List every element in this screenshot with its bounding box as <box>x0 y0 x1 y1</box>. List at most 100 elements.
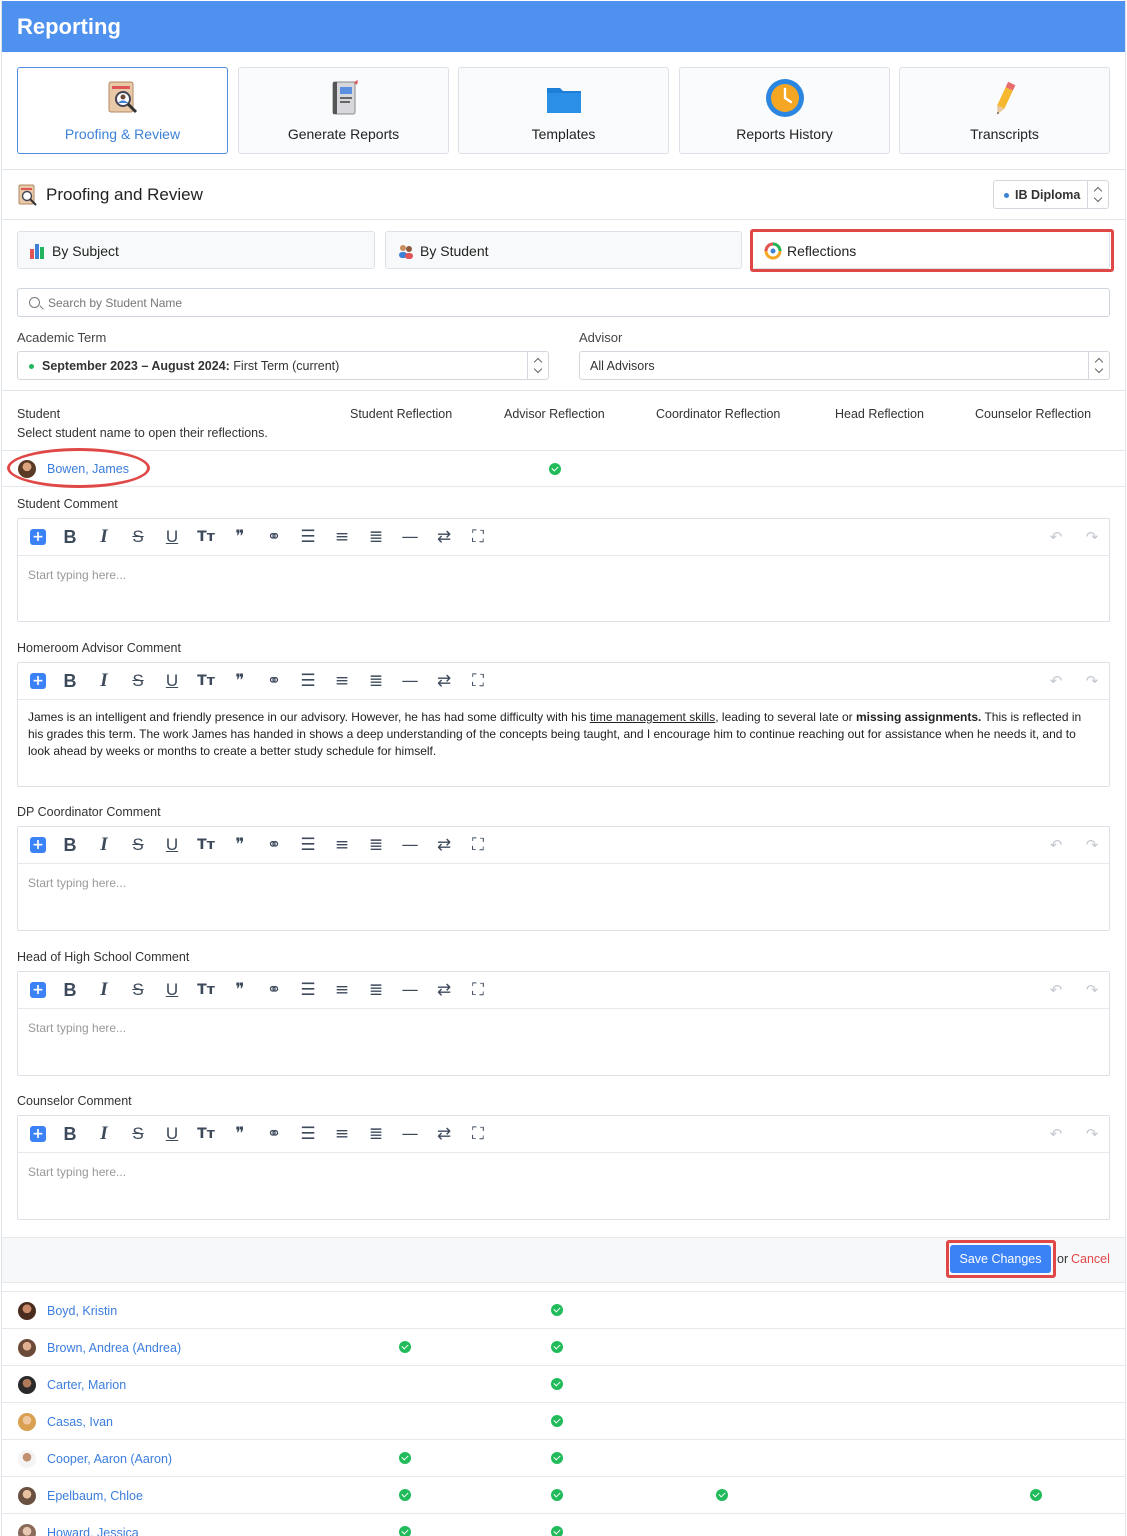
bold-icon[interactable]: B <box>60 671 80 691</box>
student-name-link[interactable]: Carter, Marion <box>47 1378 126 1392</box>
cancel-link[interactable]: Cancel <box>1071 1252 1110 1266</box>
bullet-list-icon[interactable]: ☰ <box>298 671 318 691</box>
bold-icon[interactable]: B <box>60 980 80 1000</box>
font-size-icon[interactable]: Tт <box>196 527 216 547</box>
student-name-link[interactable]: Howard, Jessica <box>47 1526 139 1536</box>
bullet-list-icon[interactable]: ☰ <box>298 835 318 855</box>
underline-icon[interactable]: U <box>162 1124 182 1144</box>
fullscreen-icon[interactable]: ⛶ <box>468 671 488 691</box>
numbered-list-icon[interactable]: ≡ <box>332 671 352 691</box>
student-name-link[interactable]: Boyd, Kristin <box>47 1304 117 1318</box>
tile-templates[interactable]: Templates <box>458 67 669 154</box>
bold-icon[interactable]: B <box>60 527 80 547</box>
fullscreen-icon[interactable]: ⛶ <box>468 527 488 547</box>
redo-icon[interactable]: ↷ <box>1082 980 1102 1000</box>
numbered-list-icon[interactable]: ≡ <box>332 980 352 1000</box>
bullet-list-icon[interactable]: ☰ <box>298 1124 318 1144</box>
strikethrough-icon[interactable]: S <box>128 980 148 1000</box>
tile-transcripts[interactable]: Transcripts <box>899 67 1110 154</box>
coordinator-comment-editor[interactable]: + B I S U Tт ❞ ⚭ ☰ ≡ ≣ — ⇄ ⛶ ↶ ↷ Start typing here... <box>17 826 1110 931</box>
tile-proofing-review[interactable]: Proofing & Review <box>17 67 228 154</box>
insert-icon[interactable]: + <box>30 982 46 998</box>
undo-icon[interactable]: ↶ <box>1046 835 1066 855</box>
transform-icon[interactable]: ⇄ <box>434 1124 454 1144</box>
italic-icon[interactable]: I <box>94 980 114 1000</box>
italic-icon[interactable]: I <box>94 835 114 855</box>
undo-icon[interactable]: ↶ <box>1046 980 1066 1000</box>
advisor-select[interactable]: All Advisors <box>579 351 1110 380</box>
program-select[interactable]: IB Diploma <box>993 180 1109 209</box>
bullet-list-icon[interactable]: ☰ <box>298 527 318 547</box>
redo-icon[interactable]: ↷ <box>1082 1124 1102 1144</box>
italic-icon[interactable]: I <box>94 1124 114 1144</box>
undo-icon[interactable]: ↶ <box>1046 527 1066 547</box>
redo-icon[interactable]: ↷ <box>1082 671 1102 691</box>
horizontal-rule-icon[interactable]: — <box>400 527 420 547</box>
redo-icon[interactable]: ↷ <box>1082 527 1102 547</box>
transform-icon[interactable]: ⇄ <box>434 835 454 855</box>
quote-icon[interactable]: ❞ <box>230 835 250 855</box>
fullscreen-icon[interactable]: ⛶ <box>468 1124 488 1144</box>
transform-icon[interactable]: ⇄ <box>434 671 454 691</box>
student-name-link[interactable]: Epelbaum, Chloe <box>47 1489 143 1503</box>
quote-icon[interactable]: ❞ <box>230 1124 250 1144</box>
strikethrough-icon[interactable]: S <box>128 1124 148 1144</box>
numbered-list-icon[interactable]: ≡ <box>332 835 352 855</box>
counselor-comment-editor[interactable]: + B I S U Tт ❞ ⚭ ☰ ≡ ≣ — ⇄ ⛶ ↶ ↷ Start typing here... <box>17 1115 1110 1220</box>
tab-by-student[interactable]: By Student <box>385 231 742 269</box>
quote-icon[interactable]: ❞ <box>230 980 250 1000</box>
insert-icon[interactable]: + <box>30 529 46 545</box>
student-name-link[interactable]: Cooper, Aaron (Aaron) <box>47 1452 172 1466</box>
head-comment-editor[interactable]: + B I S U Tт ❞ ⚭ ☰ ≡ ≣ — ⇄ ⛶ ↶ ↷ Start typing here... <box>17 971 1110 1076</box>
italic-icon[interactable]: I <box>94 527 114 547</box>
undo-icon[interactable]: ↶ <box>1046 1124 1066 1144</box>
italic-icon[interactable]: I <box>94 671 114 691</box>
student-name-link[interactable]: Brown, Andrea (Andrea) <box>47 1341 181 1355</box>
transform-icon[interactable]: ⇄ <box>434 980 454 1000</box>
fullscreen-icon[interactable]: ⛶ <box>468 980 488 1000</box>
student-comment-editor[interactable]: + B I S U Tт ❞ ⚭ ☰ ≡ ≣ — ⇄ ⛶ ↶ ↷ Start typing here... <box>17 518 1110 622</box>
underline-icon[interactable]: U <box>162 980 182 1000</box>
quote-icon[interactable]: ❞ <box>230 671 250 691</box>
fullscreen-icon[interactable]: ⛶ <box>468 835 488 855</box>
link-icon[interactable]: ⚭ <box>264 980 284 1000</box>
tab-by-subject[interactable]: By Subject <box>17 231 375 269</box>
advisor-comment-editor[interactable]: + B I S U Tт ❞ ⚭ ☰ ≡ ≣ — ⇄ ⛶ ↶ ↷ James is an intelligent… <box>17 662 1110 787</box>
align-icon[interactable]: ≣ <box>366 527 386 547</box>
align-icon[interactable]: ≣ <box>366 671 386 691</box>
horizontal-rule-icon[interactable]: — <box>400 1124 420 1144</box>
bold-icon[interactable]: B <box>60 1124 80 1144</box>
insert-icon[interactable]: + <box>30 1126 46 1142</box>
horizontal-rule-icon[interactable]: — <box>400 671 420 691</box>
transform-icon[interactable]: ⇄ <box>434 527 454 547</box>
numbered-list-icon[interactable]: ≡ <box>332 527 352 547</box>
underline-icon[interactable]: U <box>162 671 182 691</box>
align-icon[interactable]: ≣ <box>366 1124 386 1144</box>
font-size-icon[interactable]: Tт <box>196 980 216 1000</box>
link-icon[interactable]: ⚭ <box>264 527 284 547</box>
font-size-icon[interactable]: Tт <box>196 1124 216 1144</box>
horizontal-rule-icon[interactable]: — <box>400 980 420 1000</box>
quote-icon[interactable]: ❞ <box>230 527 250 547</box>
strikethrough-icon[interactable]: S <box>128 671 148 691</box>
link-icon[interactable]: ⚭ <box>264 1124 284 1144</box>
insert-icon[interactable]: + <box>30 837 46 853</box>
link-icon[interactable]: ⚭ <box>264 835 284 855</box>
redo-icon[interactable]: ↷ <box>1082 835 1102 855</box>
strikethrough-icon[interactable]: S <box>128 527 148 547</box>
advisor-comment-text[interactable]: James is an intelligent and friendly pre… <box>28 709 1085 760</box>
bold-icon[interactable]: B <box>60 835 80 855</box>
bullet-list-icon[interactable]: ☰ <box>298 980 318 1000</box>
strikethrough-icon[interactable]: S <box>128 835 148 855</box>
insert-icon[interactable]: + <box>30 673 46 689</box>
font-size-icon[interactable]: Tт <box>196 835 216 855</box>
underline-icon[interactable]: U <box>162 527 182 547</box>
search-input[interactable] <box>48 294 1088 312</box>
numbered-list-icon[interactable]: ≡ <box>332 1124 352 1144</box>
student-name-link[interactable]: Casas, Ivan <box>47 1415 113 1429</box>
tile-generate-reports[interactable]: Generate Reports <box>238 67 449 154</box>
tile-reports-history[interactable]: Reports History <box>679 67 890 154</box>
term-select[interactable]: September 2023 – August 2024: First Term… <box>17 351 549 380</box>
align-icon[interactable]: ≣ <box>366 835 386 855</box>
link-icon[interactable]: ⚭ <box>264 671 284 691</box>
